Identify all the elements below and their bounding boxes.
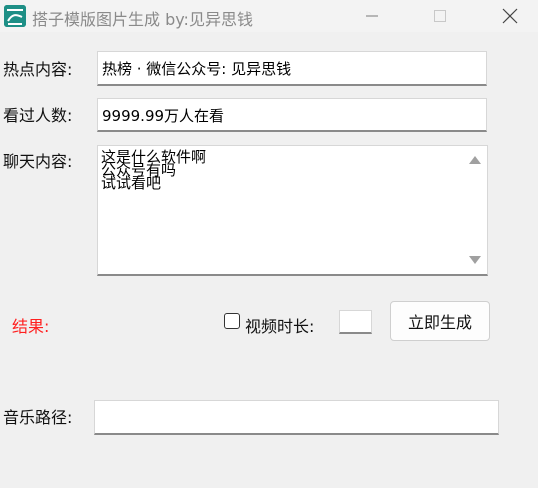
video-duration-input[interactable]: [339, 310, 372, 334]
hot-content-input[interactable]: 热榜 · 微信公众号: 见异思钱: [97, 51, 487, 86]
app-logo-icon: [4, 5, 26, 27]
close-icon: [502, 8, 518, 24]
video-duration-label: 视频时长:: [245, 317, 315, 336]
chat-line: 试试看吧: [101, 174, 162, 192]
window-title: 搭子模版图片生成 by:见异思钱: [32, 10, 253, 29]
maximize-button[interactable]: [417, 0, 463, 32]
title-bar: 搭子模版图片生成 by:见异思钱: [0, 0, 538, 32]
minimize-icon: [366, 15, 378, 17]
maximize-icon: [434, 10, 446, 22]
music-path-input[interactable]: [94, 400, 499, 435]
video-duration-checkbox[interactable]: [224, 313, 240, 329]
close-button[interactable]: [487, 0, 533, 32]
result-label: 结果:: [12, 317, 50, 336]
generate-button[interactable]: 立即生成: [390, 301, 490, 341]
chat-content-label: 聊天内容:: [3, 152, 73, 171]
viewers-input[interactable]: 9999.99万人在看: [97, 98, 487, 132]
viewers-value: 9999.99万人在看: [102, 107, 225, 125]
generate-button-label: 立即生成: [407, 313, 472, 332]
viewers-label: 看过人数:: [3, 106, 73, 125]
scroll-up-arrow-icon[interactable]: [469, 156, 481, 164]
minimize-button[interactable]: [349, 0, 395, 32]
scroll-down-arrow-icon[interactable]: [469, 256, 481, 264]
chat-content-textarea[interactable]: 这是什么软件啊 公众号有吗 试试看吧: [97, 145, 488, 276]
chat-scrollbar[interactable]: [461, 146, 487, 274]
music-path-label: 音乐路径:: [3, 408, 73, 427]
hot-content-label: 热点内容:: [3, 60, 73, 79]
hot-content-value: 热榜 · 微信公众号: 见异思钱: [102, 60, 292, 78]
